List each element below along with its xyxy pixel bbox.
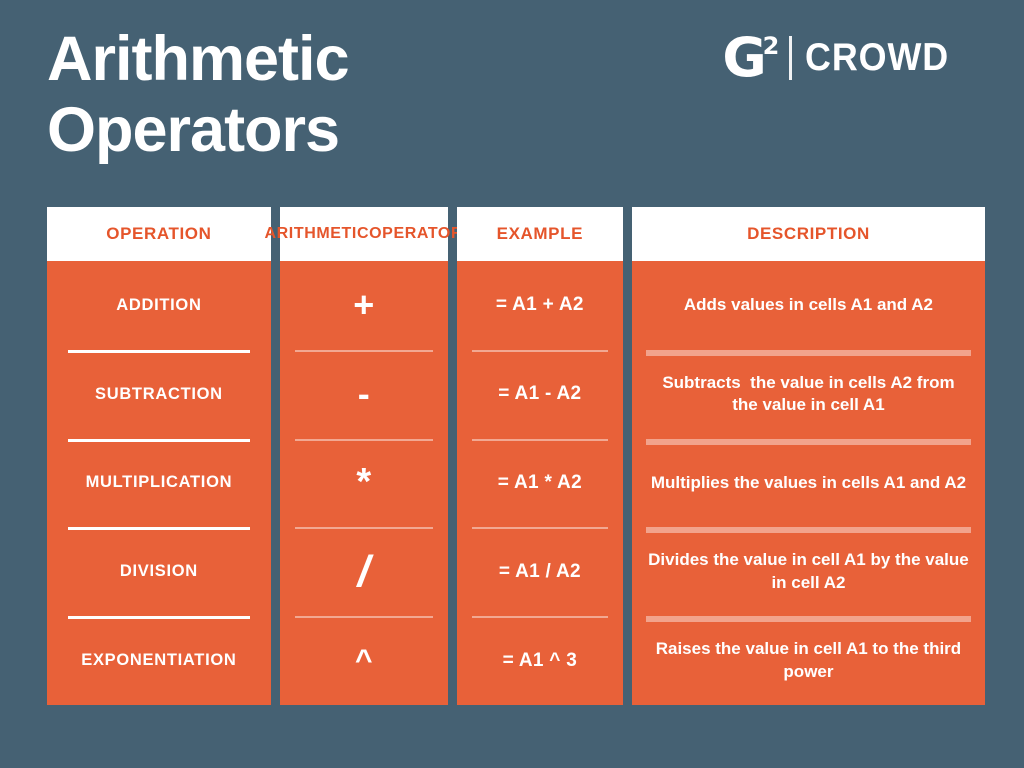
g2-mark-icon: G 2: [722, 26, 780, 90]
table-row: Subtracts the value in cells A2 from the…: [632, 349, 985, 439]
table-row: = A1 / A2: [457, 527, 623, 616]
table-row: MULTIPLICATION: [47, 438, 271, 528]
table-row: = A1 - A2: [457, 349, 623, 439]
column-header-description: DESCRIPTION: [631, 207, 985, 261]
arithmetic-operators-table: OPERATION ADDITION SUBTRACTION MULTIPLIC…: [47, 207, 985, 705]
column-example: EXAMPLE = A1 + A2 = A1 - A2 = A1 * A2 = …: [456, 207, 623, 705]
table-row: = A1 + A2: [495, 294, 584, 316]
column-header-example: EXAMPLE: [456, 207, 623, 261]
column-header-arithmetic-operator: ARITHMETIC OPERATOR: [264, 207, 463, 261]
column-body-arithmetic-operator: + - * / ^: [280, 261, 448, 705]
column-description: DESCRIPTION Adds values in cells A1 and …: [631, 207, 985, 705]
logo-divider: [789, 36, 793, 80]
table-row: SUBTRACTION: [47, 349, 271, 439]
g2-mark-letter: G: [722, 26, 766, 90]
column-header-operation: OPERATION: [47, 207, 271, 261]
table-row: ^: [280, 616, 448, 705]
table-row: Adds values in cells A1 and A2: [683, 295, 933, 315]
operator-symbol-multiplication: *: [356, 461, 372, 504]
header: Arithmetic Operators G 2 CROWD: [0, 0, 1024, 200]
table-row: DIVISION: [47, 527, 271, 616]
table-row: EXPONENTIATION: [47, 616, 271, 705]
logo-wordmark: CROWD: [805, 36, 950, 79]
table-row: = A1 ^ 3: [457, 616, 623, 705]
column-header-line-2: OPERATOR: [369, 224, 464, 242]
operator-symbol-subtraction: -: [357, 373, 370, 415]
table-row: Divides the value in cell A1 by the valu…: [632, 527, 985, 616]
g2-mark-superscript: 2: [762, 32, 780, 61]
g2-crowd-logo: G 2 CROWD: [722, 26, 962, 90]
column-body-example: = A1 + A2 = A1 - A2 = A1 * A2 = A1 / A2 …: [457, 261, 623, 705]
column-header-line-1: ARITHMETIC: [264, 224, 370, 242]
operator-symbol-division: /: [357, 546, 370, 596]
page-title-line-2: Operators: [47, 94, 340, 165]
table-row: /: [280, 527, 448, 616]
table-row: ADDITION: [116, 295, 202, 314]
table-row: Raises the value in cell A1 to the third…: [632, 616, 985, 705]
page-title: Arithmetic Operators: [47, 24, 607, 165]
operator-symbol-exponentiation: ^: [355, 643, 373, 677]
column-body-description: Adds values in cells A1 and A2 Subtracts…: [632, 261, 985, 705]
column-body-operation: ADDITION SUBTRACTION MULTIPLICATION DIVI…: [47, 261, 271, 705]
column-arithmetic-operator: ARITHMETIC OPERATOR + - * / ^: [264, 207, 463, 705]
table-row: +: [280, 261, 448, 350]
table-row: = A1 * A2: [457, 438, 623, 528]
table-row: *: [280, 438, 448, 528]
operator-symbol-addition: +: [353, 284, 375, 326]
table-row: Multiplies the values in cells A1 and A2: [632, 438, 985, 528]
table-row: -: [280, 349, 448, 439]
column-operation: OPERATION ADDITION SUBTRACTION MULTIPLIC…: [47, 207, 271, 705]
page-title-line-1: Arithmetic: [47, 24, 350, 94]
